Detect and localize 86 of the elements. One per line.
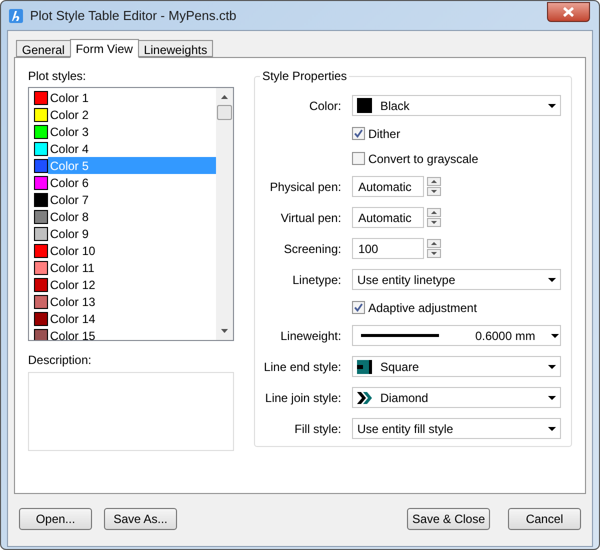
close-button[interactable] [547, 2, 590, 22]
plot-styles-label: Plot styles: [28, 68, 88, 84]
list-item[interactable]: Color 13 [48, 293, 216, 310]
window-title: Plot Style Table Editor - MyPens.ctb [30, 6, 236, 25]
up-arrow-icon [431, 211, 438, 214]
down-arrow-icon [431, 221, 438, 224]
dialog-button[interactable]: Cancel [508, 508, 581, 530]
property-label: Color: [308, 98, 342, 114]
dropdown-value: Use entity linetype [357, 272, 456, 288]
spin-down-button[interactable] [427, 249, 442, 258]
scroll-down-icon [221, 329, 228, 333]
tab[interactable]: Lineweights [138, 40, 214, 57]
list-item[interactable]: Color 11 [48, 259, 216, 276]
property-label: Lineweight: [279, 328, 342, 344]
property-label: Virtual pen: [280, 210, 342, 226]
list-item[interactable]: Color 8 [48, 208, 216, 225]
check-icon [354, 303, 364, 312]
dropdown-value: Square [380, 358, 419, 376]
dropdown-value: Use entity fill style [357, 420, 454, 438]
caret-icon [548, 278, 556, 282]
list-item[interactable]: Color 6 [48, 174, 216, 191]
spin-up-button[interactable] [427, 208, 442, 217]
up-arrow-icon [431, 180, 438, 183]
list-item[interactable]: Color 2 [48, 106, 216, 123]
close-icon [563, 7, 574, 17]
dialog-button[interactable]: Open... [19, 508, 92, 530]
checkbox[interactable] [352, 301, 366, 314]
caret-icon [548, 426, 556, 430]
dropdown[interactable]: Use entity linetype [352, 269, 562, 290]
spin-up-button[interactable] [427, 177, 442, 186]
description-label: Description: [28, 352, 92, 368]
list-item[interactable]: Color 14 [48, 310, 216, 327]
spin-field[interactable]: Automatic [352, 207, 424, 228]
dialog-button[interactable]: Save As... [104, 508, 177, 530]
property-label: Line end style: [262, 358, 342, 376]
square-end-icon [357, 360, 372, 374]
list-item[interactable]: Color 12 [48, 276, 216, 293]
property-label: Physical pen: [268, 178, 342, 196]
checkbox-option[interactable]: Dither [352, 124, 400, 142]
scrollbar[interactable] [216, 88, 234, 340]
list-item[interactable]: Color 9 [48, 225, 216, 242]
spin-down-button[interactable] [427, 218, 442, 227]
spin-down-button[interactable] [427, 187, 442, 196]
line-preview-icon [361, 334, 440, 337]
checkbox[interactable] [352, 152, 366, 165]
property-label: Fill style: [294, 420, 342, 438]
scroll-thumb[interactable] [217, 105, 232, 120]
dropdown-value: Diamond [380, 390, 428, 406]
down-arrow-icon [431, 190, 438, 193]
spin-field[interactable]: 100 [352, 238, 424, 259]
diamond-join-icon [357, 390, 372, 404]
property-label: Screening: [282, 240, 342, 258]
caret-icon [548, 396, 556, 400]
dropdown[interactable]: Diamond [352, 387, 562, 408]
dialog-button[interactable]: Save & Close [407, 508, 490, 530]
down-arrow-icon [431, 252, 438, 255]
group-title: Style Properties [260, 69, 349, 83]
list-item[interactable]: Color 1 [48, 89, 216, 106]
scroll-up-icon [221, 95, 228, 99]
list-item[interactable]: Color 3 [48, 123, 216, 140]
list-item[interactable]: Color 4 [48, 140, 216, 157]
checkbox-option[interactable]: Convert to grayscale [352, 150, 478, 168]
tab[interactable]: General [16, 40, 71, 57]
checkbox-option[interactable]: Adaptive adjustment [352, 298, 477, 316]
property-label: Linetype: [292, 272, 342, 288]
dropdown-value: 0.6000 mm [475, 328, 536, 344]
caret-icon [548, 364, 556, 368]
check-icon [354, 129, 364, 138]
checkbox[interactable] [352, 127, 366, 140]
list-item[interactable]: Color 7 [48, 191, 216, 208]
dropdown[interactable]: 0.6000 mm [352, 325, 562, 346]
list-item[interactable]: Color 15 [48, 327, 216, 340]
dropdown[interactable]: Square [352, 356, 562, 377]
dropdown-value: Black [380, 98, 410, 114]
property-label: Line join style: [264, 390, 342, 406]
app-logo [9, 8, 23, 22]
spin-up-button[interactable] [427, 239, 442, 248]
dropdown[interactable]: Black [352, 95, 562, 116]
caret-icon [548, 104, 556, 108]
up-arrow-icon [431, 242, 438, 245]
list-item[interactable]: Color 10 [48, 242, 216, 259]
dropdown[interactable]: Use entity fill style [352, 418, 562, 439]
tab[interactable]: Form View [70, 39, 139, 58]
spin-field[interactable]: Automatic [352, 176, 424, 197]
plot-styles-list[interactable]: Color 1 Color 2 Color 3 Color 4 Color 5 Color 6 Color 7 Color 8 Color 9 Color 10 Color 11 Color 12 Color 13 Color 14 Color 15 [28, 87, 234, 341]
caret-icon [551, 334, 560, 338]
